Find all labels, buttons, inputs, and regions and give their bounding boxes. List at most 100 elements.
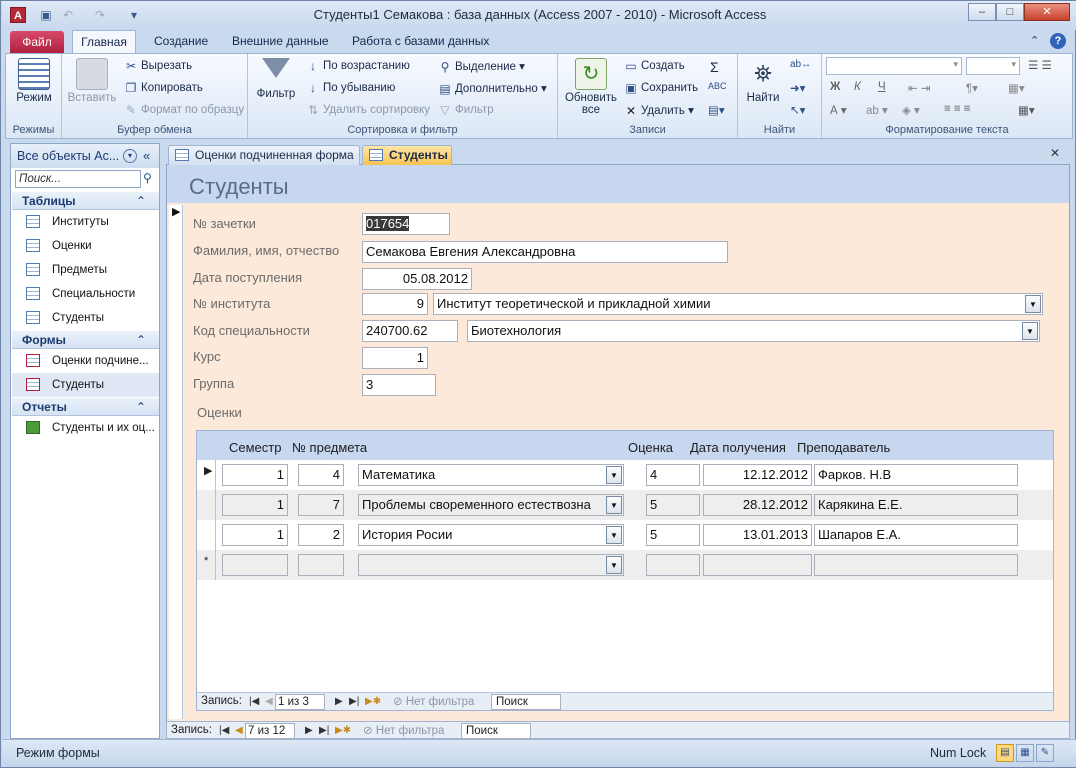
nav-item-students-table[interactable]: Студенты: [12, 306, 159, 330]
teacher-cell[interactable]: Фарков. Н.В: [814, 464, 1018, 486]
form-record-counter[interactable]: 7 из 12: [245, 723, 295, 739]
new-record-icon[interactable]: ▶✱: [335, 722, 351, 740]
specialty-name-combo[interactable]: Биотехнология ▼: [467, 320, 1040, 342]
font-color-button[interactable]: А ▾: [830, 103, 847, 117]
align-icons[interactable]: ≡ ≡ ≡: [944, 103, 971, 115]
form-filter-indicator[interactable]: ⊘ Нет фильтра: [363, 722, 444, 740]
toggle-filter-button[interactable]: ▽ Фильтр: [438, 103, 493, 117]
teacher-cell[interactable]: Шапаров Е.А.: [814, 524, 1018, 546]
delete-record-button[interactable]: ✕ Удалить ▾: [624, 103, 694, 118]
paragraph-direction-icon[interactable]: ¶▾: [966, 81, 978, 95]
tab-students[interactable]: Студенты: [362, 145, 452, 165]
tab-create[interactable]: Создание: [144, 30, 218, 53]
first-record-icon[interactable]: |◀: [249, 693, 259, 711]
table-row[interactable]: ▶ 1 4 Математика ▼ 4 12.12.2012 Фарков. Н…: [197, 460, 1053, 490]
refresh-all-button[interactable]: ↻ Обновить все: [560, 58, 622, 116]
date-cell[interactable]: 12.12.2012: [703, 464, 812, 486]
table-row[interactable]: 1 2 История Росии ▼ 5 13.01.2013 Шапаров …: [197, 520, 1053, 550]
grade-cell[interactable]: 4: [646, 464, 700, 486]
nav-search-input[interactable]: Поиск...: [15, 170, 141, 188]
nav-menu-dropdown-icon[interactable]: ▾: [123, 149, 137, 163]
table-row[interactable]: 1 7 Проблемы своременного естествозна ▼ 5…: [197, 490, 1053, 520]
tab-grades-subform[interactable]: Оценки подчиненная форма: [168, 145, 360, 165]
form-search-input[interactable]: Поиск: [461, 723, 531, 739]
nav-item-grades[interactable]: Оценки: [12, 234, 159, 258]
new-record-button[interactable]: ▭ Создать: [624, 59, 684, 73]
prev-record-icon[interactable]: ◀: [235, 722, 243, 740]
view-button[interactable]: Режим: [12, 58, 56, 104]
sort-descending-button[interactable]: ↓ По убыванию: [306, 81, 395, 95]
chevron-down-icon[interactable]: ▼: [1022, 322, 1038, 340]
nav-section-tables[interactable]: Таблицы ⌃: [12, 192, 159, 210]
format-painter-button[interactable]: ✎ Формат по образцу: [124, 103, 244, 117]
search-icon[interactable]: ⚲: [143, 171, 152, 185]
alt-row-color-icon[interactable]: ▦▾: [1018, 103, 1035, 117]
grade-cell[interactable]: [646, 554, 700, 576]
subject-no-cell[interactable]: [298, 554, 344, 576]
institute-name-combo[interactable]: Институт теоретической и прикладной хими…: [433, 293, 1043, 315]
nav-item-subjects[interactable]: Предметы: [12, 258, 159, 282]
teacher-cell[interactable]: [814, 554, 1018, 576]
record-selector[interactable]: ▶: [169, 205, 183, 719]
collapse-nav-icon[interactable]: «: [143, 144, 150, 168]
cut-button[interactable]: ✂ Вырезать: [124, 59, 192, 73]
maximize-button[interactable]: □: [996, 3, 1024, 21]
nav-item-students-report[interactable]: Студенты и их оц...: [12, 416, 159, 440]
gridlines-icon[interactable]: ▦▾: [1008, 81, 1025, 95]
subject-no-cell[interactable]: 7: [298, 494, 344, 516]
help-icon[interactable]: ?: [1050, 33, 1066, 49]
specialty-code-field[interactable]: 240700.62: [362, 320, 458, 342]
date-cell[interactable]: [703, 554, 812, 576]
design-view-icon[interactable]: ✎: [1036, 744, 1054, 762]
new-record-icon[interactable]: ▶✱: [365, 693, 381, 711]
row-selector[interactable]: [197, 520, 216, 550]
spelling-icon[interactable]: ABC: [708, 81, 727, 91]
totals-button[interactable]: Σ: [710, 59, 719, 75]
new-record-marker[interactable]: *: [197, 550, 216, 580]
grade-cell[interactable]: 5: [646, 494, 700, 516]
font-size-combo[interactable]: ▾: [966, 57, 1020, 75]
admission-date-field[interactable]: 05.08.2012: [362, 268, 472, 290]
date-cell[interactable]: 13.01.2013: [703, 524, 812, 546]
minimize-button[interactable]: –: [968, 3, 996, 21]
next-record-icon[interactable]: ▶: [335, 693, 343, 711]
subform-search-input[interactable]: Поиск: [491, 694, 561, 710]
italic-button[interactable]: К: [854, 81, 861, 93]
tab-external-data[interactable]: Внешние данные: [222, 30, 339, 53]
minimize-ribbon-icon[interactable]: ⌃: [1030, 34, 1039, 47]
chevron-down-icon[interactable]: ▼: [606, 496, 622, 514]
goto-icon[interactable]: ➜▾: [790, 81, 805, 95]
bold-button[interactable]: Ж: [830, 81, 840, 93]
select-icon[interactable]: ↖▾: [790, 103, 805, 117]
subform-record-counter[interactable]: 1 из 3: [275, 694, 325, 710]
group-field[interactable]: 3: [362, 374, 436, 396]
last-record-icon[interactable]: ▶|: [349, 693, 359, 711]
nav-section-forms[interactable]: Формы ⌃: [12, 331, 159, 349]
more-records-icon[interactable]: ▤▾: [708, 103, 725, 117]
subject-combo[interactable]: ▼: [358, 554, 624, 576]
find-button[interactable]: ⛯ Найти: [742, 58, 784, 104]
new-record-row[interactable]: * ▼: [197, 550, 1053, 580]
collapse-section-icon[interactable]: ⌃: [136, 192, 146, 210]
selection-button[interactable]: ⚲ Выделение ▾: [438, 59, 525, 74]
nav-item-students-form[interactable]: Студенты: [12, 373, 159, 397]
collapse-section-icon[interactable]: ⌃: [136, 331, 146, 349]
chevron-down-icon[interactable]: ▼: [606, 556, 622, 574]
replace-icon[interactable]: ab↔: [790, 59, 811, 70]
chevron-down-icon[interactable]: ▼: [606, 526, 622, 544]
semester-cell[interactable]: 1: [222, 494, 288, 516]
save-record-button[interactable]: ▣ Сохранить: [624, 81, 698, 95]
institute-no-field[interactable]: 9: [362, 293, 428, 315]
bullets-icon[interactable]: ☰ ☰: [1028, 58, 1052, 72]
next-record-icon[interactable]: ▶: [305, 722, 313, 740]
form-view-icon[interactable]: ▤: [996, 744, 1014, 762]
remove-sort-button[interactable]: ⇅ Удалить сортировку: [306, 103, 430, 117]
nav-item-grades-subform[interactable]: Оценки подчине...: [12, 349, 159, 373]
date-cell[interactable]: 28.12.2012: [703, 494, 812, 516]
tab-database-tools[interactable]: Работа с базами данных: [342, 30, 499, 53]
subject-combo[interactable]: Математика ▼: [358, 464, 624, 486]
subject-combo[interactable]: Проблемы своременного естествозна ▼: [358, 494, 624, 516]
chevron-down-icon[interactable]: ▼: [1025, 295, 1041, 313]
font-name-combo[interactable]: ▾: [826, 57, 962, 75]
nav-item-institutes[interactable]: Институты: [12, 210, 159, 234]
